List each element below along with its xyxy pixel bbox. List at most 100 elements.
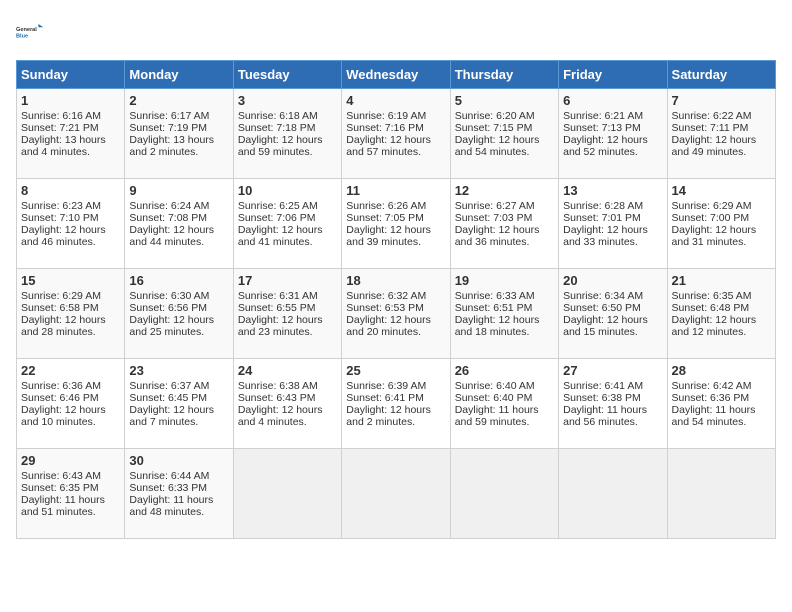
day-info-line: and 4 minutes. [238,416,337,428]
day-number: 27 [563,363,662,378]
day-info-line: Sunrise: 6:24 AM [129,200,228,212]
calendar-cell: 11Sunrise: 6:26 AMSunset: 7:05 PMDayligh… [342,179,450,269]
calendar-cell: 1Sunrise: 6:16 AMSunset: 7:21 PMDaylight… [17,89,125,179]
calendar-cell: 5 Sunrise: 6:20 AMSunset: 7:15 PMDaylight… [450,89,558,179]
day-info-line: and 48 minutes. [129,506,228,518]
day-info-line: Sunset: 6:40 PM [455,392,554,404]
day-number: 29 [21,453,120,468]
day-info-line: and 28 minutes. [21,326,120,338]
day-info-line: Sunset: 6:35 PM [21,482,120,494]
day-info-line: and 25 minutes. [129,326,228,338]
day-info-line: Sunrise: 6:34 AM [563,290,662,302]
day-number: 17 [238,273,337,288]
day-info-line: Daylight: 12 hours [563,314,662,326]
day-info-line: Sunset: 6:55 PM [238,302,337,314]
day-info-line: Daylight: 12 hours [21,314,120,326]
day-info-line: Sunrise: 6:29 AM [21,290,120,302]
day-info-line: Daylight: 13 hours [21,134,120,146]
weekday-header: Wednesday [342,61,450,89]
day-info-line: Sunrise: 6:38 AM [238,380,337,392]
calendar-week-row: 15Sunrise: 6:29 AMSunset: 6:58 PMDayligh… [17,269,776,359]
calendar-cell [342,449,450,539]
calendar-week-row: 8Sunrise: 6:23 AMSunset: 7:10 PMDaylight… [17,179,776,269]
day-info-line: Sunset: 7:16 PM [346,122,445,134]
day-info-line: Sunrise: 6:35 AM [672,290,771,302]
day-info-line: and 20 minutes. [346,326,445,338]
calendar-cell: 3Sunrise: 6:18 AMSunset: 7:18 PMDaylight… [233,89,341,179]
calendar-cell: 30Sunrise: 6:44 AMSunset: 6:33 PMDayligh… [125,449,233,539]
day-info-line: Daylight: 12 hours [455,224,554,236]
day-info-line: and 23 minutes. [238,326,337,338]
day-number: 18 [346,273,445,288]
day-number: 4 [346,93,445,108]
calendar-cell: 6Sunrise: 6:21 AMSunset: 7:13 PMDaylight… [559,89,667,179]
day-info-line: and 18 minutes. [455,326,554,338]
calendar-cell [667,449,775,539]
day-info-line: Sunset: 7:19 PM [129,122,228,134]
day-number: 7 [672,93,771,108]
calendar-cell: 13Sunrise: 6:28 AMSunset: 7:01 PMDayligh… [559,179,667,269]
day-info-line: Sunrise: 6:43 AM [21,470,120,482]
day-info-line: Sunset: 7:11 PM [672,122,771,134]
day-info-line: Sunset: 7:10 PM [21,212,120,224]
day-number: 22 [21,363,120,378]
calendar-week-row: 22Sunrise: 6:36 AMSunset: 6:46 PMDayligh… [17,359,776,449]
day-number: 20 [563,273,662,288]
day-info-line: Sunrise: 6:36 AM [21,380,120,392]
logo: GeneralBlue [16,16,48,48]
day-info-line: Daylight: 12 hours [455,314,554,326]
day-info-line: Daylight: 11 hours [563,404,662,416]
day-info-line: Sunrise: 6:28 AM [563,200,662,212]
calendar-cell: 19Sunrise: 6:33 AMSunset: 6:51 PMDayligh… [450,269,558,359]
day-info-line: Sunset: 7:03 PM [455,212,554,224]
weekday-header: Friday [559,61,667,89]
day-info-line: Daylight: 12 hours [455,134,554,146]
day-info-line: Sunset: 6:51 PM [455,302,554,314]
day-info-line: Sunset: 7:15 PM [455,122,554,134]
day-info-line: Sunset: 6:58 PM [21,302,120,314]
calendar-table: SundayMondayTuesdayWednesdayThursdayFrid… [16,60,776,539]
day-info-line: Sunset: 6:48 PM [672,302,771,314]
day-info-line: Daylight: 12 hours [129,404,228,416]
day-info-line: Sunrise: 6:30 AM [129,290,228,302]
day-info-line: Daylight: 12 hours [238,404,337,416]
logo-icon: GeneralBlue [16,16,48,48]
day-info-line: Sunset: 6:38 PM [563,392,662,404]
calendar-cell: 2Sunrise: 6:17 AMSunset: 7:19 PMDaylight… [125,89,233,179]
day-info-line: and 12 minutes. [672,326,771,338]
calendar-cell [450,449,558,539]
calendar-cell: 24Sunrise: 6:38 AMSunset: 6:43 PMDayligh… [233,359,341,449]
day-info-line: Sunrise: 6:42 AM [672,380,771,392]
calendar-cell: 21Sunrise: 6:35 AMSunset: 6:48 PMDayligh… [667,269,775,359]
day-info-line: Daylight: 11 hours [21,494,120,506]
svg-text:Blue: Blue [16,34,28,40]
day-info-line: and 49 minutes. [672,146,771,158]
day-info-line: Sunrise: 6:20 AM [455,110,554,122]
day-info-line: and 15 minutes. [563,326,662,338]
day-number: 5 [455,93,554,108]
day-info-line: and 7 minutes. [129,416,228,428]
calendar-cell [559,449,667,539]
calendar-cell: 22 Sunrise: 6:36 AMSunset: 6:46 PMDayligh… [17,359,125,449]
day-number: 21 [672,273,771,288]
calendar-week-row: 1Sunrise: 6:16 AMSunset: 7:21 PMDaylight… [17,89,776,179]
day-info-line: and 46 minutes. [21,236,120,248]
day-number: 8 [21,183,120,198]
weekday-header-row: SundayMondayTuesdayWednesdayThursdayFrid… [17,61,776,89]
day-info-line: Sunrise: 6:16 AM [21,110,120,122]
day-info-line: Daylight: 12 hours [129,224,228,236]
day-info-line: Sunset: 6:41 PM [346,392,445,404]
day-number: 11 [346,183,445,198]
day-info-line: and 52 minutes. [563,146,662,158]
calendar-week-row: 29 Sunrise: 6:43 AMSunset: 6:35 PMDayligh… [17,449,776,539]
day-info-line: Daylight: 11 hours [455,404,554,416]
day-info-line: and 36 minutes. [455,236,554,248]
weekday-header: Sunday [17,61,125,89]
day-info-line: Daylight: 12 hours [21,404,120,416]
day-info-line: Sunrise: 6:18 AM [238,110,337,122]
day-number: 13 [563,183,662,198]
day-info-line: Sunrise: 6:17 AM [129,110,228,122]
day-info-line: and 41 minutes. [238,236,337,248]
day-info-line: Daylight: 12 hours [238,314,337,326]
day-info-line: Sunset: 6:46 PM [21,392,120,404]
